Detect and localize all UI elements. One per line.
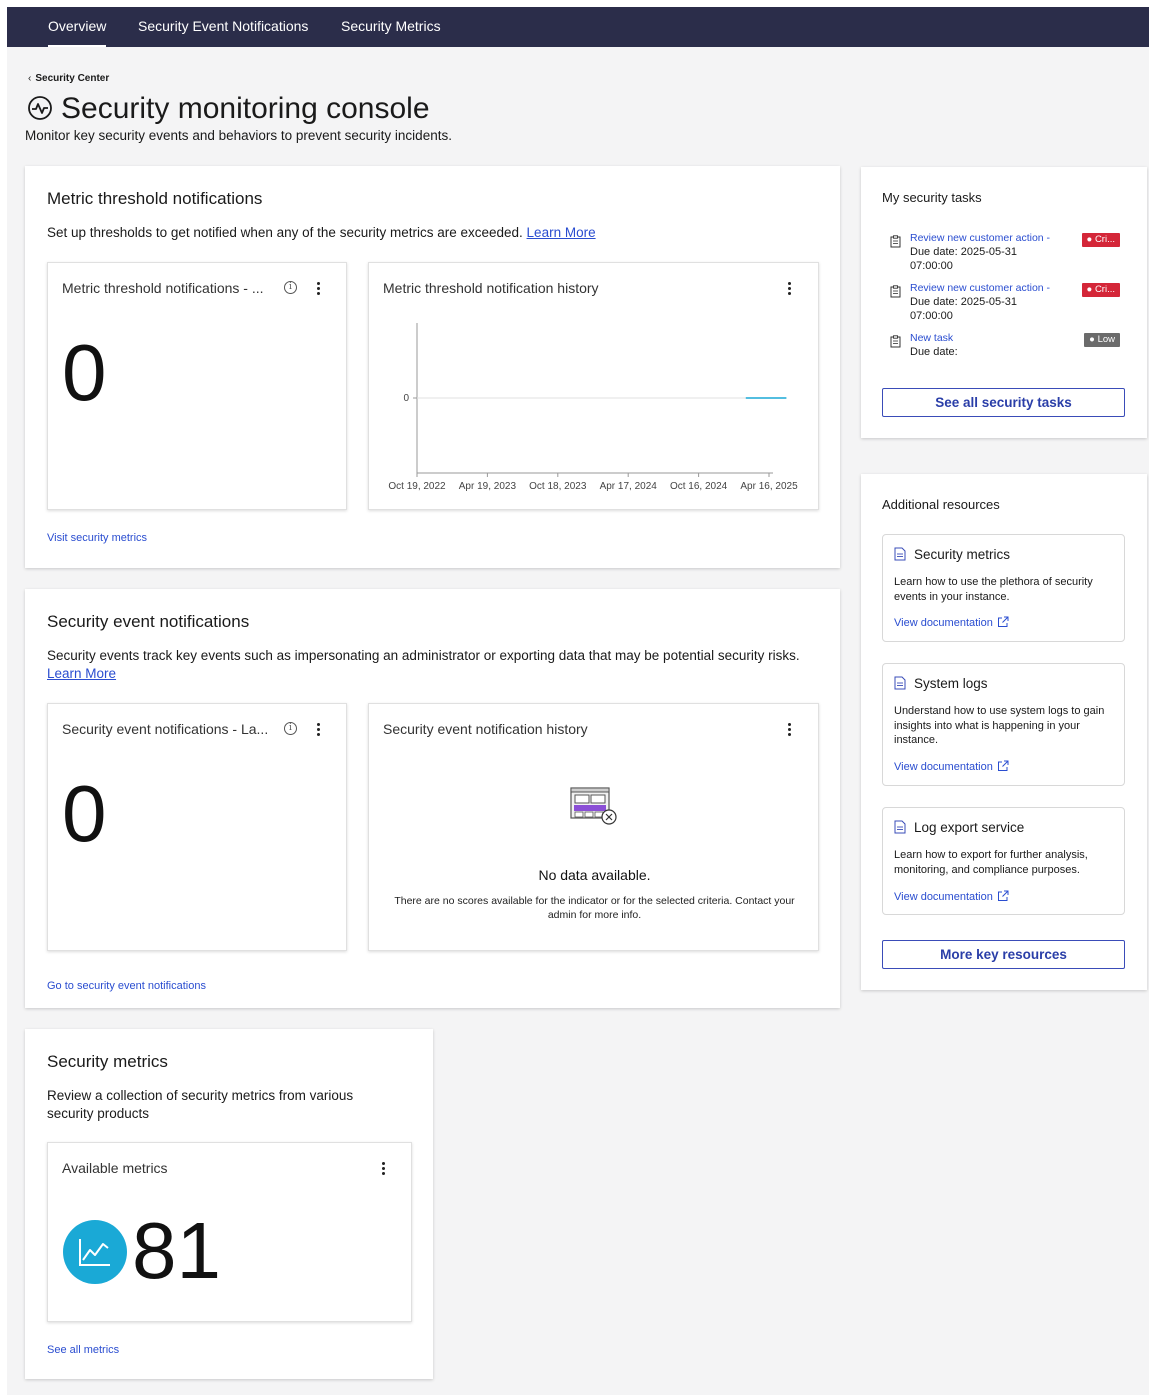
section-title: Security event notifications bbox=[47, 612, 250, 631]
external-link-icon bbox=[997, 760, 1009, 771]
page-title: Security monitoring console bbox=[27, 91, 430, 127]
resource-title: Security metrics bbox=[914, 547, 1011, 562]
task-link[interactable]: New task bbox=[910, 332, 953, 344]
section-title: Security metrics bbox=[47, 1052, 168, 1071]
priority-badge: ● Low bbox=[1084, 333, 1120, 347]
more-options-icon[interactable] bbox=[782, 722, 796, 738]
clipboard-icon bbox=[890, 335, 901, 348]
card-title: Available metrics bbox=[62, 1160, 168, 1176]
top-nav: Overview Security Event Notifications Se… bbox=[7, 7, 1149, 47]
info-icon[interactable]: i bbox=[284, 722, 297, 735]
resource-title: Log export service bbox=[914, 820, 1025, 835]
task-link[interactable]: Review new customer action - bbox=[910, 282, 1050, 294]
security-tasks-panel: My security tasks Review new customer ac… bbox=[861, 167, 1147, 438]
task-due-date: Due date: 2025-05-31 07:00:00 bbox=[910, 296, 1018, 322]
visit-security-metrics-link[interactable]: Visit security metrics bbox=[47, 532, 147, 544]
no-data-icon bbox=[570, 787, 617, 825]
see-all-security-tasks-button[interactable]: See all security tasks bbox=[882, 388, 1125, 417]
section-description: Set up thresholds to get notified when a… bbox=[47, 225, 596, 240]
event-history-card: Security event notification history No d… bbox=[368, 703, 819, 951]
task-item: Review new customer action - Due date: 2… bbox=[890, 282, 1120, 324]
metric-threshold-section: Metric threshold notifications Set up th… bbox=[25, 166, 840, 568]
metric-history-card: Metric threshold notification history 0O… bbox=[368, 262, 819, 510]
document-icon bbox=[894, 547, 906, 561]
additional-resources-panel: Additional resources Security metrics Le… bbox=[861, 474, 1147, 990]
task-due-date: Due date: bbox=[910, 346, 958, 358]
empty-state-text: There are no scores available for the in… bbox=[394, 895, 795, 921]
security-metrics-section: Security metrics Review a collection of … bbox=[25, 1029, 433, 1379]
available-metrics-card: Available metrics 81 bbox=[47, 1142, 412, 1322]
x-tick-label: Apr 16, 2025 bbox=[740, 481, 798, 492]
see-all-metrics-link[interactable]: See all metrics bbox=[47, 1344, 119, 1356]
chevron-left-icon: ‹ bbox=[28, 73, 32, 84]
external-link-icon bbox=[997, 616, 1009, 627]
section-description: Security events track key events such as… bbox=[47, 648, 800, 681]
x-tick-label: Apr 17, 2024 bbox=[600, 481, 658, 492]
resource-description: Learn how to export for further analysis… bbox=[894, 849, 1088, 876]
more-options-icon[interactable] bbox=[311, 722, 325, 738]
activity-icon bbox=[28, 96, 52, 120]
document-icon bbox=[894, 676, 906, 690]
y-tick-label: 0 bbox=[403, 393, 409, 404]
card-title: Security event notifications - La... bbox=[62, 721, 269, 737]
x-tick-label: Oct 18, 2023 bbox=[529, 481, 587, 492]
panel-title: My security tasks bbox=[882, 190, 982, 205]
tab-security-event-notifications[interactable]: Security Event Notifications bbox=[138, 7, 308, 47]
priority-badge: ● Cri... bbox=[1081, 283, 1120, 297]
task-item: New task Due date: ● Low bbox=[890, 332, 1120, 360]
page-subtitle: Monitor key security events and behavior… bbox=[25, 128, 452, 143]
security-events-section: Security event notifications Security ev… bbox=[25, 589, 840, 1008]
resource-card: Log export service Learn how to export f… bbox=[882, 807, 1125, 915]
task-link[interactable]: Review new customer action - bbox=[910, 232, 1050, 244]
x-tick-label: Oct 16, 2024 bbox=[670, 481, 728, 492]
clipboard-icon bbox=[890, 235, 901, 248]
panel-title: Additional resources bbox=[882, 497, 1000, 512]
resource-card: System logs Understand how to use system… bbox=[882, 663, 1125, 786]
section-title: Metric threshold notifications bbox=[47, 189, 263, 208]
available-metrics-value: 81 bbox=[132, 1206, 221, 1295]
card-title: Security event notification history bbox=[383, 721, 588, 737]
more-options-icon[interactable] bbox=[376, 1161, 390, 1177]
clipboard-icon bbox=[890, 285, 901, 298]
tab-security-metrics[interactable]: Security Metrics bbox=[341, 7, 441, 47]
resource-description: Learn how to use the plethora of securit… bbox=[894, 576, 1093, 603]
resource-title: System logs bbox=[914, 676, 988, 691]
info-icon[interactable]: i bbox=[284, 281, 297, 294]
task-item: Review new customer action - Due date: 2… bbox=[890, 232, 1120, 274]
priority-badge: ● Cri... bbox=[1081, 233, 1120, 247]
view-documentation-link[interactable]: View documentation bbox=[894, 616, 1009, 629]
learn-more-link[interactable]: Learn More bbox=[527, 225, 596, 240]
card-title: Metric threshold notifications - ... bbox=[62, 280, 264, 296]
view-documentation-link[interactable]: View documentation bbox=[894, 890, 1009, 903]
x-tick-label: Apr 19, 2023 bbox=[459, 481, 517, 492]
tab-overview[interactable]: Overview bbox=[48, 7, 107, 47]
external-link-icon bbox=[997, 890, 1009, 901]
empty-state-title: No data available. bbox=[538, 867, 651, 883]
trend-chart-icon bbox=[63, 1220, 127, 1284]
metric-count-card: Metric threshold notifications - ... i 0 bbox=[47, 262, 347, 510]
x-tick-label: Oct 19, 2022 bbox=[388, 481, 446, 492]
more-options-icon[interactable] bbox=[311, 281, 325, 297]
event-count-card: Security event notifications - La... i 0 bbox=[47, 703, 347, 951]
breadcrumb[interactable]: ‹ Security Center bbox=[28, 73, 109, 84]
page-title-text: Security monitoring console bbox=[61, 92, 430, 125]
learn-more-link[interactable]: Learn More bbox=[47, 666, 116, 681]
event-count-value: 0 bbox=[62, 769, 107, 858]
section-description: Review a collection of security metrics … bbox=[47, 1088, 354, 1121]
history-chart: 0 Oct 19, 2022 Apr 19, 2023 Oct 18, 2023 Apr… bbox=[388, 323, 798, 492]
go-to-security-event-notifications-link[interactable]: Go to security event notifications bbox=[47, 980, 206, 992]
task-due-date: Due date: 2025-05-31 07:00:00 bbox=[910, 246, 1018, 272]
page: Overview Security Event Notifications Se… bbox=[7, 7, 1149, 1395]
view-documentation-link[interactable]: View documentation bbox=[894, 760, 1009, 773]
resource-description: Understand how to use system logs to gai… bbox=[894, 705, 1105, 746]
metric-count-value: 0 bbox=[62, 328, 107, 417]
resource-card: Security metrics Learn how to use the pl… bbox=[882, 534, 1125, 642]
breadcrumb-label: Security Center bbox=[35, 73, 110, 84]
more-key-resources-button[interactable]: More key resources bbox=[882, 940, 1125, 969]
document-icon bbox=[894, 820, 906, 834]
